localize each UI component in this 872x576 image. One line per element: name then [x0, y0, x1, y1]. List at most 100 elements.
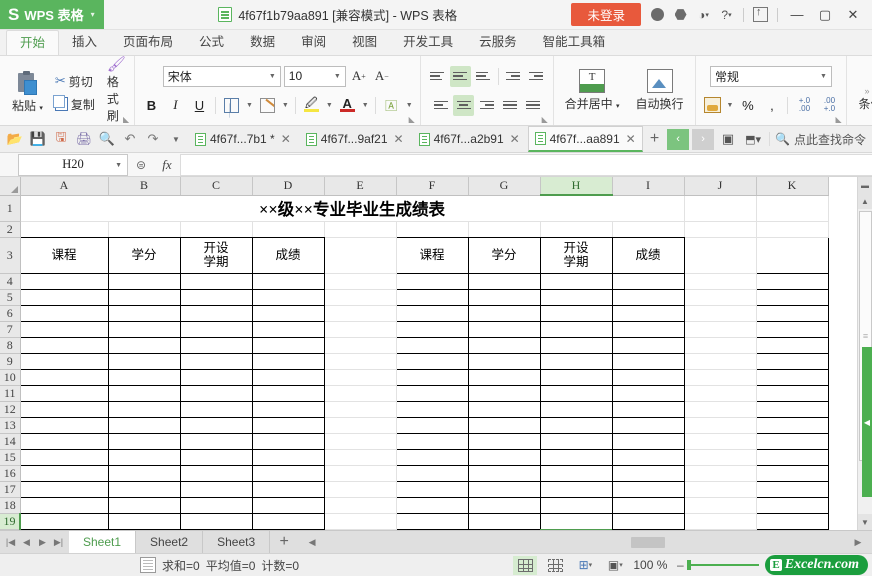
grid-cell[interactable] — [684, 433, 757, 450]
increase-font-size-button[interactable]: A + — [349, 66, 369, 87]
ribbon-tab-page-layout[interactable]: 页面布局 — [110, 30, 186, 55]
increase-decimal-button[interactable]: +.0.00 — [793, 97, 815, 113]
grid-cell[interactable] — [611, 512, 685, 530]
grid-cell[interactable] — [107, 480, 181, 498]
maximize-button[interactable]: ▢ — [812, 4, 838, 26]
ribbon-tab-review[interactable]: 审阅 — [288, 30, 339, 55]
grid-cell[interactable] — [684, 337, 757, 354]
grid-cell[interactable] — [324, 401, 397, 418]
grid-cell[interactable] — [684, 529, 757, 530]
underline-button[interactable]: U — [189, 95, 210, 116]
grid-cell[interactable] — [684, 353, 757, 370]
sheet-tab-sheet3[interactable]: Sheet3 — [203, 531, 271, 553]
grid-cell[interactable] — [324, 321, 397, 338]
grid-cell[interactable] — [19, 272, 109, 290]
row-header-12[interactable]: 12 — [0, 401, 21, 418]
grid-cell[interactable] — [396, 221, 469, 238]
print-icon[interactable]: 🖨 — [73, 128, 95, 150]
grid-cell[interactable] — [19, 400, 109, 418]
grid-cell[interactable] — [251, 400, 325, 418]
grid-cell[interactable] — [467, 432, 541, 450]
grid-cell[interactable] — [755, 368, 829, 386]
grid-cell[interactable] — [539, 416, 613, 434]
globe-icon[interactable] — [647, 4, 668, 26]
grid-cell[interactable] — [179, 400, 253, 418]
grid-cell[interactable] — [324, 221, 397, 238]
last-sheet-button[interactable]: ▶| — [51, 531, 66, 553]
name-box[interactable]: H20 ▼ — [18, 153, 128, 176]
sheet-tab-sheet1[interactable]: Sheet1 — [69, 531, 137, 553]
page-layout-view-button[interactable] — [543, 556, 567, 575]
table-header-cell[interactable]: 课程 — [19, 236, 109, 274]
grid-cell[interactable] — [324, 465, 397, 482]
wrap-text-button[interactable]: 自动换行 — [631, 69, 689, 112]
grid-cell[interactable] — [324, 237, 397, 274]
column-header-g[interactable]: G — [468, 177, 541, 196]
grid-cell[interactable] — [19, 432, 109, 450]
grid-cell[interactable] — [19, 320, 109, 338]
grid-cell[interactable] — [179, 288, 253, 306]
ribbon-tab-data[interactable]: 数据 — [237, 30, 288, 55]
grid-cell[interactable] — [755, 288, 829, 306]
justify-button[interactable] — [499, 95, 520, 116]
grid-cell[interactable] — [755, 464, 829, 482]
grid-cell[interactable] — [107, 448, 181, 466]
grid-cell[interactable] — [467, 368, 541, 386]
grid-cell[interactable] — [755, 336, 829, 354]
grid-cell[interactable] — [467, 352, 541, 370]
chevron-down-icon[interactable]: ▾ — [39, 105, 43, 112]
grid-cell[interactable] — [107, 288, 181, 306]
grid-cell[interactable] — [19, 512, 109, 530]
share-icon[interactable]: ⬒▾ — [742, 128, 764, 150]
grid-cell[interactable] — [539, 496, 613, 514]
grid-cell[interactable] — [611, 320, 685, 338]
grid-cell[interactable] — [467, 512, 541, 530]
row-header-17[interactable]: 17 — [0, 481, 21, 498]
grid-cell[interactable] — [395, 288, 469, 306]
grid-cell[interactable] — [467, 480, 541, 498]
grid-cell[interactable] — [179, 352, 253, 370]
grid-cell[interactable] — [20, 529, 109, 530]
font-size-select[interactable]: 10 ▼ — [283, 65, 346, 87]
horizontal-scrollbar[interactable]: ◀ ▶ — [298, 531, 872, 553]
normal-view-button[interactable] — [513, 555, 538, 575]
grid-cell[interactable] — [324, 529, 397, 530]
grid-cell[interactable] — [395, 272, 469, 290]
ribbon-tab-insert[interactable]: 插入 — [59, 30, 110, 55]
grid-cell[interactable] — [755, 272, 829, 290]
chevron-down-icon[interactable]: ▼ — [726, 102, 735, 109]
number-dialog-launcher[interactable]: ◣ — [835, 116, 843, 124]
zoom-knob[interactable] — [687, 560, 692, 570]
clear-format-button[interactable]: 🄰 — [381, 95, 402, 116]
grid-cell[interactable] — [684, 417, 757, 434]
grid-cell[interactable] — [251, 320, 325, 338]
zoom-track[interactable] — [687, 560, 760, 570]
grid-cell[interactable] — [756, 221, 829, 238]
grid-cell[interactable] — [251, 480, 325, 498]
grid-cell[interactable] — [395, 512, 469, 530]
row-header-13[interactable]: 13 — [0, 417, 21, 434]
grid-cell[interactable] — [251, 496, 325, 514]
cell-style-button[interactable] — [257, 95, 278, 116]
sheet-tab-sheet2[interactable]: Sheet2 — [136, 531, 204, 553]
italic-button[interactable]: I — [165, 95, 186, 116]
horizontal-scroll-thumb[interactable] — [630, 536, 665, 548]
copy-button[interactable]: 复制 — [51, 93, 99, 116]
decrease-indent-button[interactable] — [503, 66, 524, 87]
chevron-down-icon[interactable]: ▼ — [281, 102, 290, 109]
grid-cell[interactable] — [539, 512, 613, 530]
decrease-decimal-button[interactable]: .00 +.0 — [818, 97, 840, 113]
grid-cell[interactable] — [684, 195, 757, 222]
grid-cell[interactable] — [20, 221, 109, 238]
select-all-corner[interactable] — [0, 177, 21, 196]
grid-cell[interactable] — [395, 448, 469, 466]
grid-cell[interactable] — [611, 496, 685, 514]
grid-cell[interactable] — [107, 400, 181, 418]
grid-cell[interactable] — [611, 352, 685, 370]
grid-cell[interactable] — [108, 529, 181, 530]
ribbon-tab-smart-toolbox[interactable]: 智能工具箱 — [530, 30, 619, 55]
close-icon[interactable]: ✕ — [394, 132, 404, 146]
grid-cell[interactable] — [755, 416, 829, 434]
grid-cell[interactable] — [324, 369, 397, 386]
grid-cell[interactable] — [251, 464, 325, 482]
